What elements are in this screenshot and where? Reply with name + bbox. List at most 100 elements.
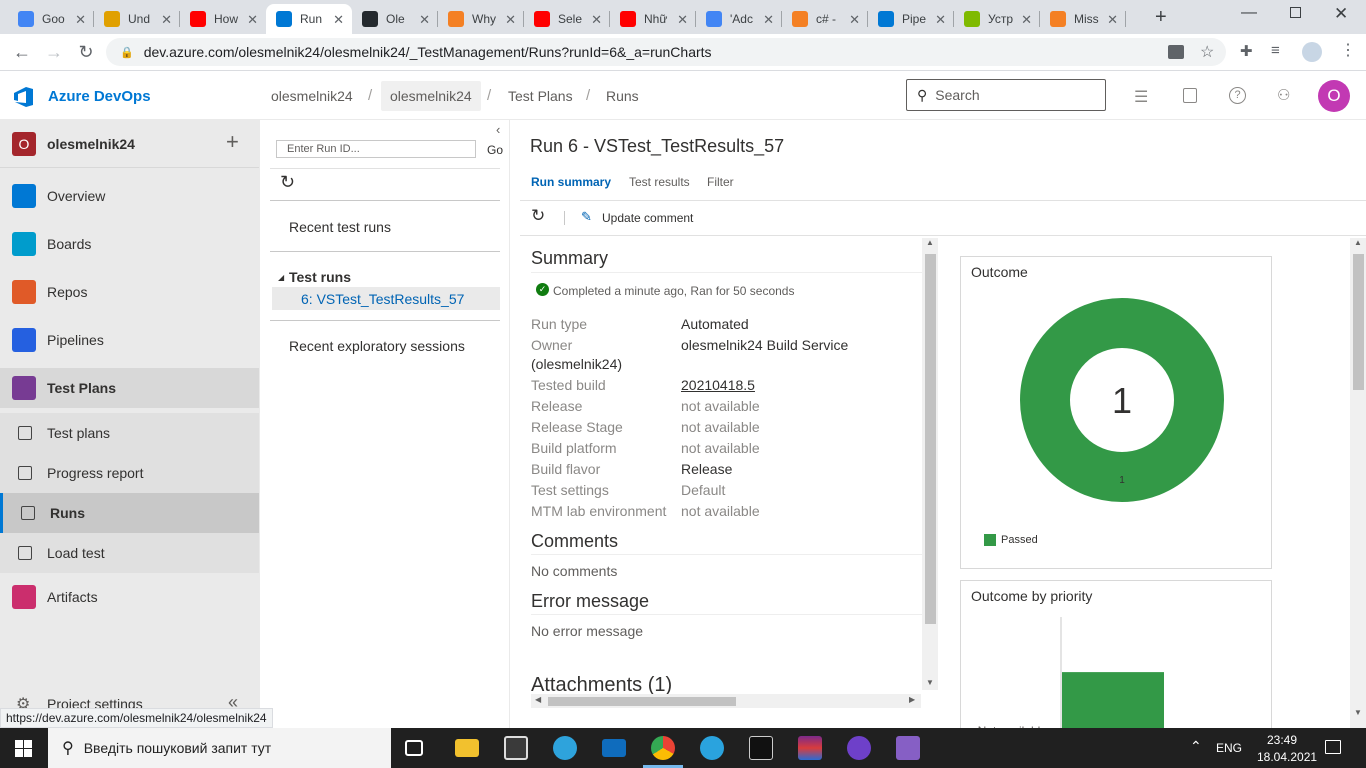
visual-studio-icon[interactable] (896, 736, 920, 760)
sidebar-item-repos[interactable]: Repos (0, 272, 259, 312)
taskbar-search-box[interactable]: ⚲ Введіть пошуковий запит тут (48, 728, 391, 768)
browser-tab[interactable]: How ✕ (180, 4, 266, 34)
search-box[interactable]: ⚲ Search (906, 79, 1106, 111)
priority-bar[interactable] (1062, 672, 1164, 728)
browser-tab[interactable]: c# - ✕ (782, 4, 868, 34)
close-tab-icon[interactable]: ✕ (247, 12, 258, 28)
tested-build-link[interactable]: 20210418.5 (681, 377, 755, 393)
pencil-icon[interactable]: ✎ (581, 209, 592, 225)
winrar-icon[interactable] (798, 736, 822, 760)
sidebar-subitem-load-test[interactable]: Load test (0, 533, 259, 573)
close-tab-icon[interactable]: ✕ (1107, 12, 1118, 28)
scroll-thumb[interactable] (548, 697, 736, 706)
new-tab-button[interactable]: + (1155, 6, 1167, 29)
close-tab-icon[interactable]: ✕ (1021, 12, 1032, 28)
help-icon[interactable]: ? (1229, 87, 1246, 104)
browser-tab[interactable]: Why ✕ (438, 4, 524, 34)
media-icon[interactable]: ≡ (1271, 42, 1280, 59)
file-explorer-icon[interactable] (455, 739, 479, 757)
clock-date[interactable]: 18.04.2021 (1257, 750, 1317, 764)
run-id-input[interactable]: Enter Run ID... (276, 140, 476, 158)
extensions-icon[interactable]: ✚ (1240, 42, 1253, 60)
close-tab-icon[interactable]: ✕ (75, 12, 86, 28)
mail-icon[interactable] (602, 739, 626, 757)
tab-test-results[interactable]: Test results (629, 175, 690, 189)
sidebar-subitem-runs[interactable]: Runs (0, 493, 259, 533)
page-scrollbar[interactable]: ▲ ▼ (1350, 238, 1366, 728)
tab-run-summary[interactable]: Run summary (531, 175, 611, 189)
reload-icon[interactable]: ↻ (74, 40, 98, 64)
sidebar-subitem-test-plans[interactable]: Test plans (0, 413, 259, 453)
refresh-run-icon[interactable]: ↻ (531, 206, 545, 226)
breadcrumb-runs[interactable]: Runs (606, 88, 639, 104)
profile-icon[interactable] (1302, 42, 1322, 62)
browser-tab[interactable]: Sele ✕ (524, 4, 610, 34)
sidebar-item-overview[interactable]: Overview (0, 176, 259, 216)
task-list-icon[interactable]: ☰ (1134, 87, 1148, 107)
go-button[interactable]: Go (487, 143, 503, 157)
minimize-button[interactable]: — (1241, 4, 1257, 22)
notifications-icon[interactable] (1325, 740, 1341, 754)
close-tab-icon[interactable]: ✕ (419, 12, 430, 28)
breadcrumb-test-plans[interactable]: Test Plans (508, 88, 573, 104)
close-tab-icon[interactable]: ✕ (849, 12, 860, 28)
sidebar-item-boards[interactable]: Boards (0, 224, 259, 264)
browser-tab[interactable]: Устр ✕ (954, 4, 1040, 34)
close-tab-icon[interactable]: ✕ (161, 12, 172, 28)
browser-tab[interactable]: Pipe ✕ (868, 4, 954, 34)
forward-icon[interactable]: → (42, 40, 66, 64)
sidebar-item-artifacts[interactable]: Artifacts (0, 577, 259, 617)
clock-time[interactable]: 23:49 (1267, 733, 1297, 747)
update-comment-button[interactable]: Update comment (602, 211, 693, 225)
collapse-panel-icon[interactable]: ‹ (496, 122, 500, 137)
close-tab-icon[interactable]: ✕ (505, 12, 516, 28)
sidebar-item-pipelines[interactable]: Pipelines (0, 320, 259, 360)
sidebar-item-test-plans[interactable]: Test Plans (0, 368, 259, 408)
telegram-icon[interactable] (700, 736, 724, 760)
browser-menu-icon[interactable]: ⋮ (1340, 40, 1356, 60)
summary-h-scrollbar[interactable]: ◀ ▶ (531, 694, 921, 708)
scroll-up-icon[interactable]: ▲ (926, 238, 934, 247)
close-tab-icon[interactable]: ✕ (333, 12, 344, 28)
close-tab-icon[interactable]: ✕ (763, 12, 774, 28)
marketplace-bag-icon[interactable] (1183, 88, 1197, 103)
browser-tab[interactable]: Miss ✕ (1040, 4, 1126, 34)
translate-icon[interactable] (1168, 45, 1184, 59)
browser-tab[interactable]: Run ✕ (266, 4, 352, 34)
language-indicator[interactable]: ENG (1216, 741, 1242, 755)
recent-test-runs-link[interactable]: Recent test runs (289, 219, 391, 235)
breadcrumb-project[interactable]: olesmelnik24 (381, 81, 481, 111)
close-tab-icon[interactable]: ✕ (591, 12, 602, 28)
test-runs-header[interactable]: Test runs (289, 269, 351, 285)
product-name[interactable]: Azure DevOps (48, 88, 151, 105)
azure-devops-logo-icon[interactable] (13, 86, 35, 108)
browser-tab[interactable]: Und ✕ (94, 4, 180, 34)
sidebar-subitem-progress-report[interactable]: Progress report (0, 453, 259, 493)
task-view-icon[interactable] (405, 740, 423, 756)
tray-chevron-icon[interactable]: ⌃ (1190, 738, 1202, 755)
browser-tab[interactable]: Goo ✕ (8, 4, 94, 34)
scroll-thumb[interactable] (925, 254, 936, 624)
github-desktop-icon[interactable] (847, 736, 871, 760)
address-bar[interactable]: 🔒 dev.azure.com/olesmelnik24/olesmelnik2… (106, 38, 1226, 66)
tab-filter[interactable]: Filter (707, 175, 734, 189)
terminal-icon[interactable] (749, 736, 773, 760)
windows-start-icon[interactable] (15, 740, 32, 757)
scroll-up-icon[interactable]: ▲ (1354, 238, 1362, 247)
breadcrumb-org[interactable]: olesmelnik24 (271, 88, 353, 104)
refresh-icon[interactable]: ↻ (280, 172, 295, 193)
close-window-button[interactable]: ✕ (1334, 4, 1348, 24)
add-icon[interactable]: + (226, 129, 239, 155)
user-avatar[interactable]: O (1318, 80, 1350, 112)
scroll-down-icon[interactable]: ▼ (926, 678, 934, 687)
restore-button[interactable] (1290, 7, 1301, 18)
close-tab-icon[interactable]: ✕ (677, 12, 688, 28)
user-settings-icon[interactable]: ⚇ (1277, 86, 1290, 104)
browser-tab[interactable]: Nhữ ✕ (610, 4, 696, 34)
back-icon[interactable]: ← (10, 40, 34, 64)
scroll-left-icon[interactable]: ◀ (535, 695, 541, 704)
selected-run-item[interactable]: 6: VSTest_TestResults_57 (272, 287, 500, 310)
close-tab-icon[interactable]: ✕ (935, 12, 946, 28)
scroll-right-icon[interactable]: ▶ (909, 695, 915, 704)
summary-scrollbar[interactable]: ▲ ▼ (922, 238, 938, 690)
